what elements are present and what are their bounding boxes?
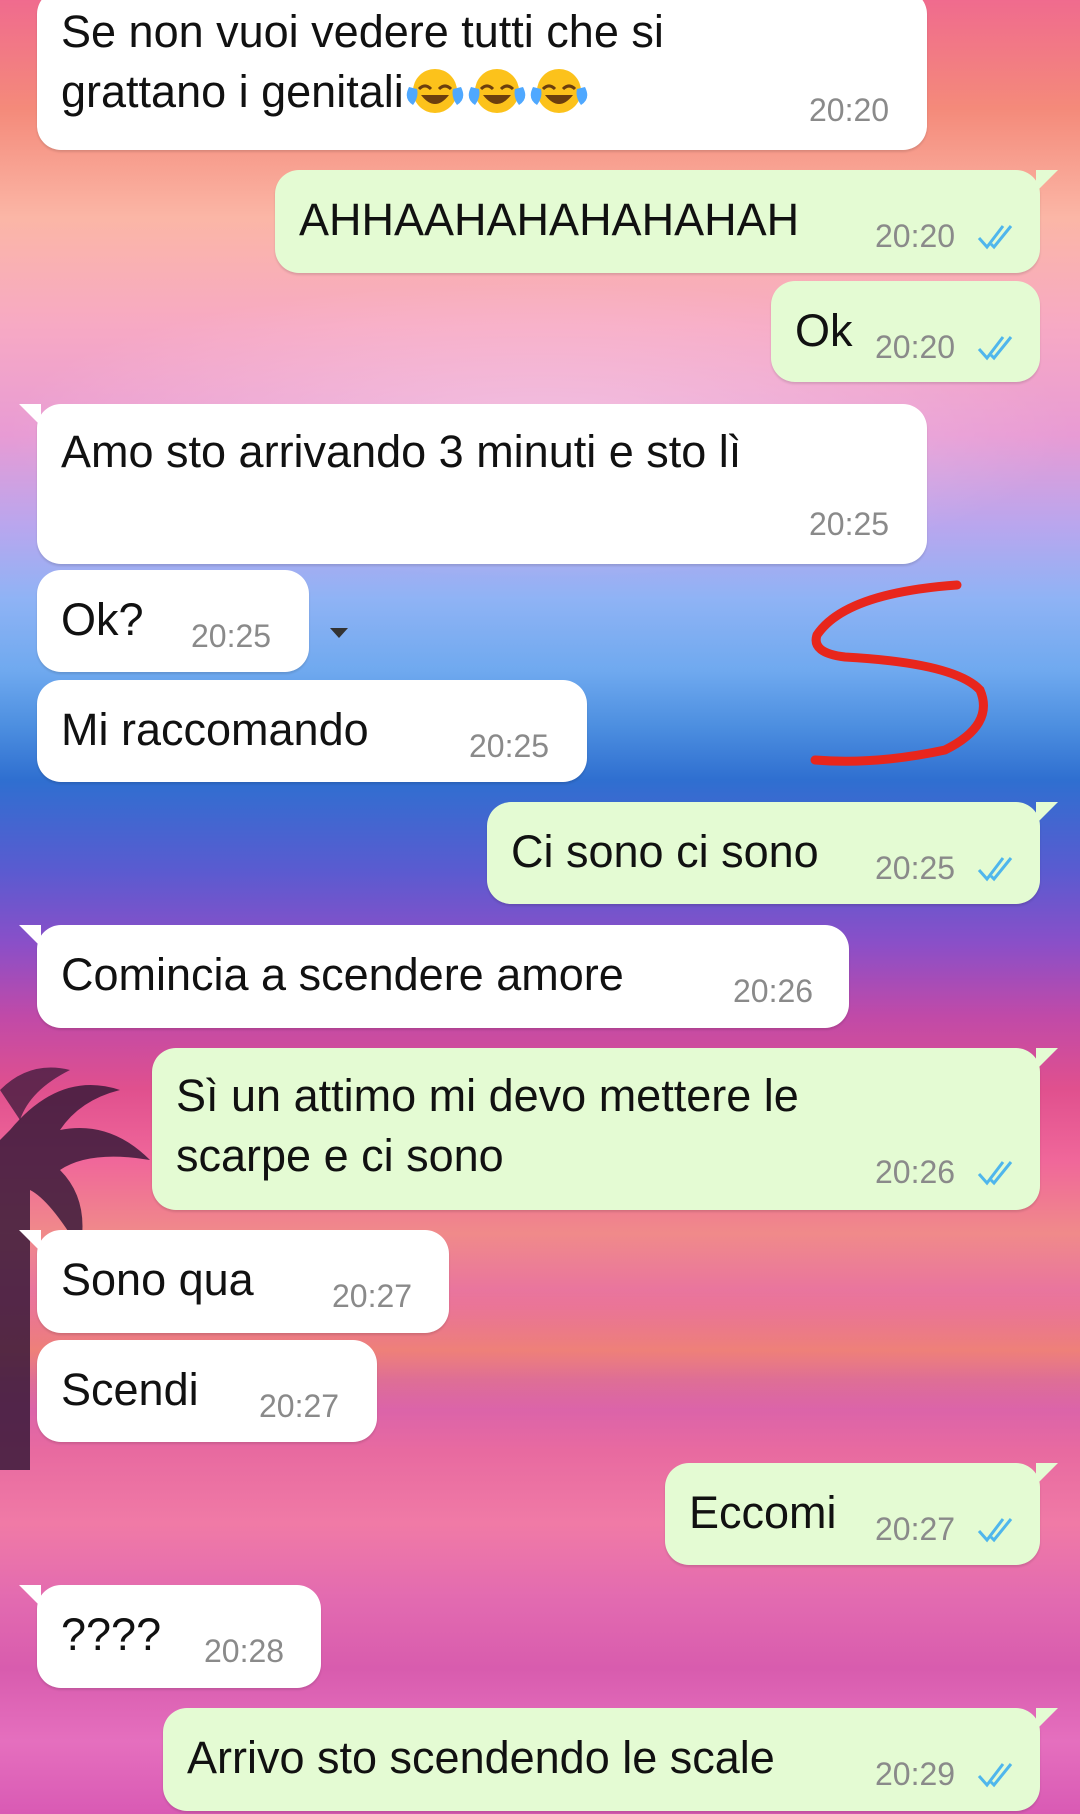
message-timestamp: 20:20 bbox=[875, 329, 956, 365]
red-s-doodle bbox=[810, 580, 988, 766]
bubble-tail bbox=[1036, 802, 1058, 824]
double-check-icon bbox=[977, 1161, 1013, 1186]
double-check-icon bbox=[977, 1763, 1013, 1788]
message-bubble-incoming[interactable]: Scendi 20:27 bbox=[37, 1340, 377, 1442]
message-timestamp: 20:26 bbox=[875, 1154, 956, 1190]
message-bubble-outgoing[interactable]: AHHAAHAHAHAHAHAH 20:20 bbox=[275, 170, 1058, 273]
message-timestamp: 20:25 bbox=[875, 850, 956, 886]
bubble-tail bbox=[19, 925, 41, 947]
message-text-line: grattano i genitali bbox=[61, 66, 404, 117]
bubble-tail bbox=[19, 1585, 41, 1607]
message-text-line: scarpe e ci sono bbox=[176, 1130, 504, 1181]
message-bubble-incoming[interactable]: Se non vuoi vedere tutti che si grattano… bbox=[37, 0, 927, 150]
message-timestamp: 20:26 bbox=[733, 973, 814, 1009]
message-bubble-incoming[interactable]: Mi raccomando 20:25 bbox=[37, 680, 587, 782]
message-text: Mi raccomando bbox=[61, 704, 369, 755]
bubble-tail bbox=[1036, 1048, 1058, 1070]
message-bubble-incoming[interactable]: Ok? 20:25 bbox=[37, 570, 309, 672]
message-bubble-incoming[interactable]: Comincia a scendere amore 20:26 bbox=[19, 925, 849, 1028]
message-timestamp: 20:20 bbox=[809, 92, 890, 128]
message-bubble-outgoing[interactable]: Sì un attimo mi devo mettere le scarpe e… bbox=[152, 1048, 1058, 1210]
bubble-tail bbox=[1036, 170, 1058, 192]
double-check-icon bbox=[977, 857, 1013, 882]
message-bubble-outgoing[interactable]: Eccomi 20:27 bbox=[665, 1463, 1058, 1565]
message-text-line: Sì un attimo mi devo mettere le bbox=[176, 1070, 799, 1121]
message-text: AHHAAHAHAHAHAHAH bbox=[299, 194, 800, 245]
message-text: Sono qua bbox=[61, 1254, 254, 1305]
message-text: Ok bbox=[795, 305, 853, 356]
face-with-tears-of-joy-icon bbox=[404, 66, 466, 117]
message-timestamp: 20:29 bbox=[875, 1756, 956, 1792]
face-with-tears-of-joy-icon bbox=[528, 66, 590, 117]
message-bubble-incoming[interactable]: ???? 20:28 bbox=[19, 1585, 321, 1688]
chat-conversation: Se non vuoi vedere tutti che si grattano… bbox=[0, 0, 1080, 1814]
message-bubble-outgoing[interactable]: Arrivo sto scendendo le scale 20:29 bbox=[163, 1708, 1058, 1811]
message-timestamp: 20:20 bbox=[875, 218, 956, 254]
message-text: Comincia a scendere amore bbox=[61, 949, 624, 1000]
message-text: Arrivo sto scendendo le scale bbox=[187, 1732, 775, 1783]
message-text: ???? bbox=[61, 1609, 162, 1660]
bubble-tail bbox=[1036, 1463, 1058, 1485]
message-timestamp: 20:27 bbox=[259, 1388, 340, 1424]
bubble-tail bbox=[19, 404, 41, 426]
bubble-tail bbox=[19, 1230, 41, 1252]
message-timestamp: 20:28 bbox=[204, 1633, 285, 1669]
message-timestamp: 20:25 bbox=[809, 506, 890, 542]
bubble-tail bbox=[1036, 1708, 1058, 1730]
message-text: Amo sto arrivando 3 minuti e sto lì bbox=[61, 426, 742, 477]
message-text-line: grattano i genitali bbox=[61, 62, 590, 122]
chevron-down-icon[interactable] bbox=[330, 628, 348, 638]
message-timestamp: 20:27 bbox=[875, 1511, 956, 1547]
double-check-icon bbox=[977, 1518, 1013, 1543]
message-text: Scendi bbox=[61, 1364, 199, 1415]
message-text: Eccomi bbox=[689, 1487, 837, 1538]
message-bubble-incoming[interactable]: Amo sto arrivando 3 minuti e sto lì 20:2… bbox=[19, 404, 927, 564]
message-bubble-incoming[interactable]: Sono qua 20:27 bbox=[19, 1230, 449, 1333]
double-check-icon bbox=[977, 336, 1013, 361]
message-timestamp: 20:27 bbox=[332, 1278, 413, 1314]
message-timestamp: 20:25 bbox=[469, 728, 550, 764]
double-check-icon bbox=[977, 225, 1013, 250]
message-bubble-outgoing[interactable]: Ok 20:20 bbox=[771, 281, 1040, 382]
message-text: Ok? bbox=[61, 594, 144, 645]
message-bubble-outgoing[interactable]: Ci sono ci sono 20:25 bbox=[487, 802, 1058, 904]
message-text: Ci sono ci sono bbox=[511, 826, 819, 877]
face-with-tears-of-joy-icon bbox=[466, 66, 528, 117]
message-text-line: Se non vuoi vedere tutti che si bbox=[61, 6, 664, 57]
message-timestamp: 20:25 bbox=[191, 618, 272, 654]
